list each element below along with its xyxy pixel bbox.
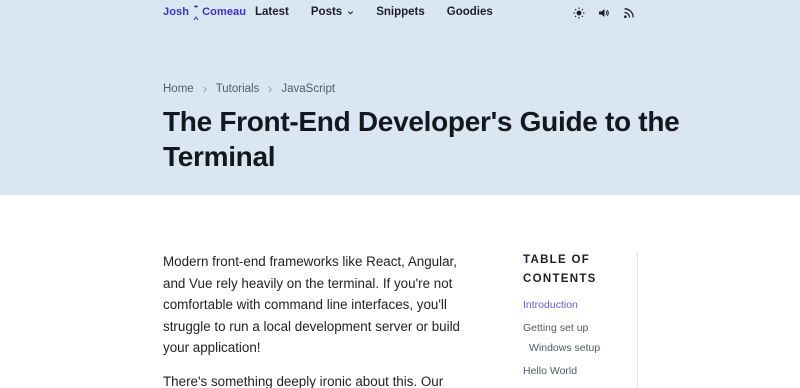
logo-first-name: Josh bbox=[163, 6, 190, 18]
toc-item-introduction[interactable]: Introduction bbox=[523, 298, 643, 312]
article-body: Modern front-end frameworks like React, … bbox=[163, 251, 483, 388]
nav-link-goodies[interactable]: Goodies bbox=[447, 6, 493, 18]
top-nav: Josh Comeau Latest Posts Snippets Goodie… bbox=[0, 0, 800, 28]
nav-link-snippets[interactable]: Snippets bbox=[376, 6, 425, 18]
chevron-right-icon bbox=[203, 86, 207, 92]
breadcrumb-home[interactable]: Home bbox=[163, 83, 194, 95]
nav-link-latest[interactable]: Latest bbox=[255, 6, 289, 18]
speaker-icon[interactable] bbox=[598, 6, 610, 20]
table-of-contents: TABLE OF CONTENTS Introduction Getting s… bbox=[523, 251, 643, 388]
chevron-down-icon bbox=[348, 10, 354, 15]
toc-item-hello-world[interactable]: Hello World bbox=[523, 364, 643, 378]
nav-link-posts-label: Posts bbox=[310, 6, 343, 18]
toc-heading: TABLE OF CONTENTS bbox=[523, 254, 597, 285]
toc-item-windows-setup[interactable]: Windows setup bbox=[523, 341, 643, 355]
toc-item-getting-set-up[interactable]: Getting set up bbox=[523, 321, 643, 335]
logo-sparkle-icon bbox=[191, 5, 201, 28]
sun-icon[interactable] bbox=[573, 6, 585, 20]
rss-icon[interactable] bbox=[623, 6, 635, 20]
logo-last-name: Comeau bbox=[202, 6, 247, 18]
site-logo[interactable]: Josh Comeau bbox=[163, 5, 247, 28]
article-paragraph: There's something deeply ironic about th… bbox=[163, 373, 444, 388]
article-paragraph: Modern front-end frameworks like React, … bbox=[163, 254, 460, 356]
nav-icons bbox=[573, 6, 648, 20]
chevron-right-icon bbox=[268, 86, 273, 92]
page-title: The Front-End Developer's Guide to the T… bbox=[163, 106, 680, 172]
breadcrumb-javascript[interactable]: JavaScript bbox=[281, 83, 335, 95]
nav-links: Latest Posts Snippets Goodies bbox=[255, 6, 515, 18]
nav-link-posts[interactable]: Posts bbox=[311, 6, 354, 18]
breadcrumb-tutorials[interactable]: Tutorials bbox=[216, 83, 260, 95]
breadcrumb: Home Tutorials JavaScript bbox=[163, 83, 335, 95]
